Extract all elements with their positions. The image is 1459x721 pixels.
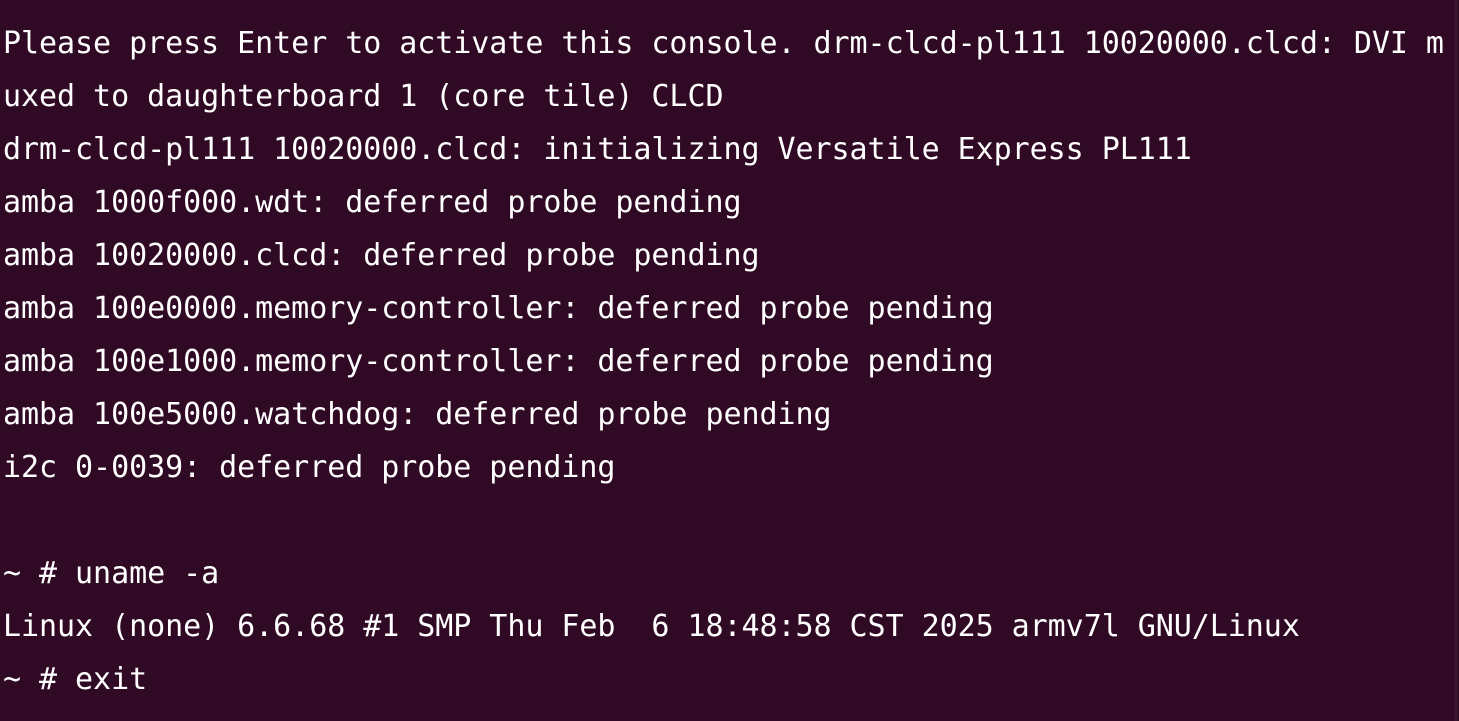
terminal-line: amba 100e1000.memory-controller: deferre… xyxy=(3,344,994,379)
terminal-line: amba 100e0000.memory-controller: deferre… xyxy=(3,291,994,326)
terminal-line: amba 10020000.clcd: deferred probe pendi… xyxy=(3,238,760,273)
terminal-window[interactable]: Please press Enter to activate this cons… xyxy=(0,0,1453,721)
terminal-line: Please press Enter to activate this cons… xyxy=(3,26,1444,61)
terminal-line: amba 100e5000.watchdog: deferred probe p… xyxy=(3,397,832,432)
terminal-line-command: ~ # uname -a xyxy=(3,556,220,591)
terminal-line-command: ~ # exit xyxy=(3,662,148,697)
terminal-line: amba 1000f000.wdt: deferred probe pendin… xyxy=(3,185,742,220)
terminal-line: i2c 0-0039: deferred probe pending xyxy=(3,450,616,485)
terminal-line: Linux (none) 6.6.68 #1 SMP Thu Feb 6 18:… xyxy=(3,609,1300,644)
terminal-line: drm-clcd-pl111 10020000.clcd: initializi… xyxy=(3,132,1192,167)
scrollbar-thumb[interactable] xyxy=(1454,0,1458,721)
terminal-line: uxed to daughterboard 1 (core tile) CLCD xyxy=(3,79,724,114)
terminal-scrollbar[interactable] xyxy=(1453,0,1459,721)
